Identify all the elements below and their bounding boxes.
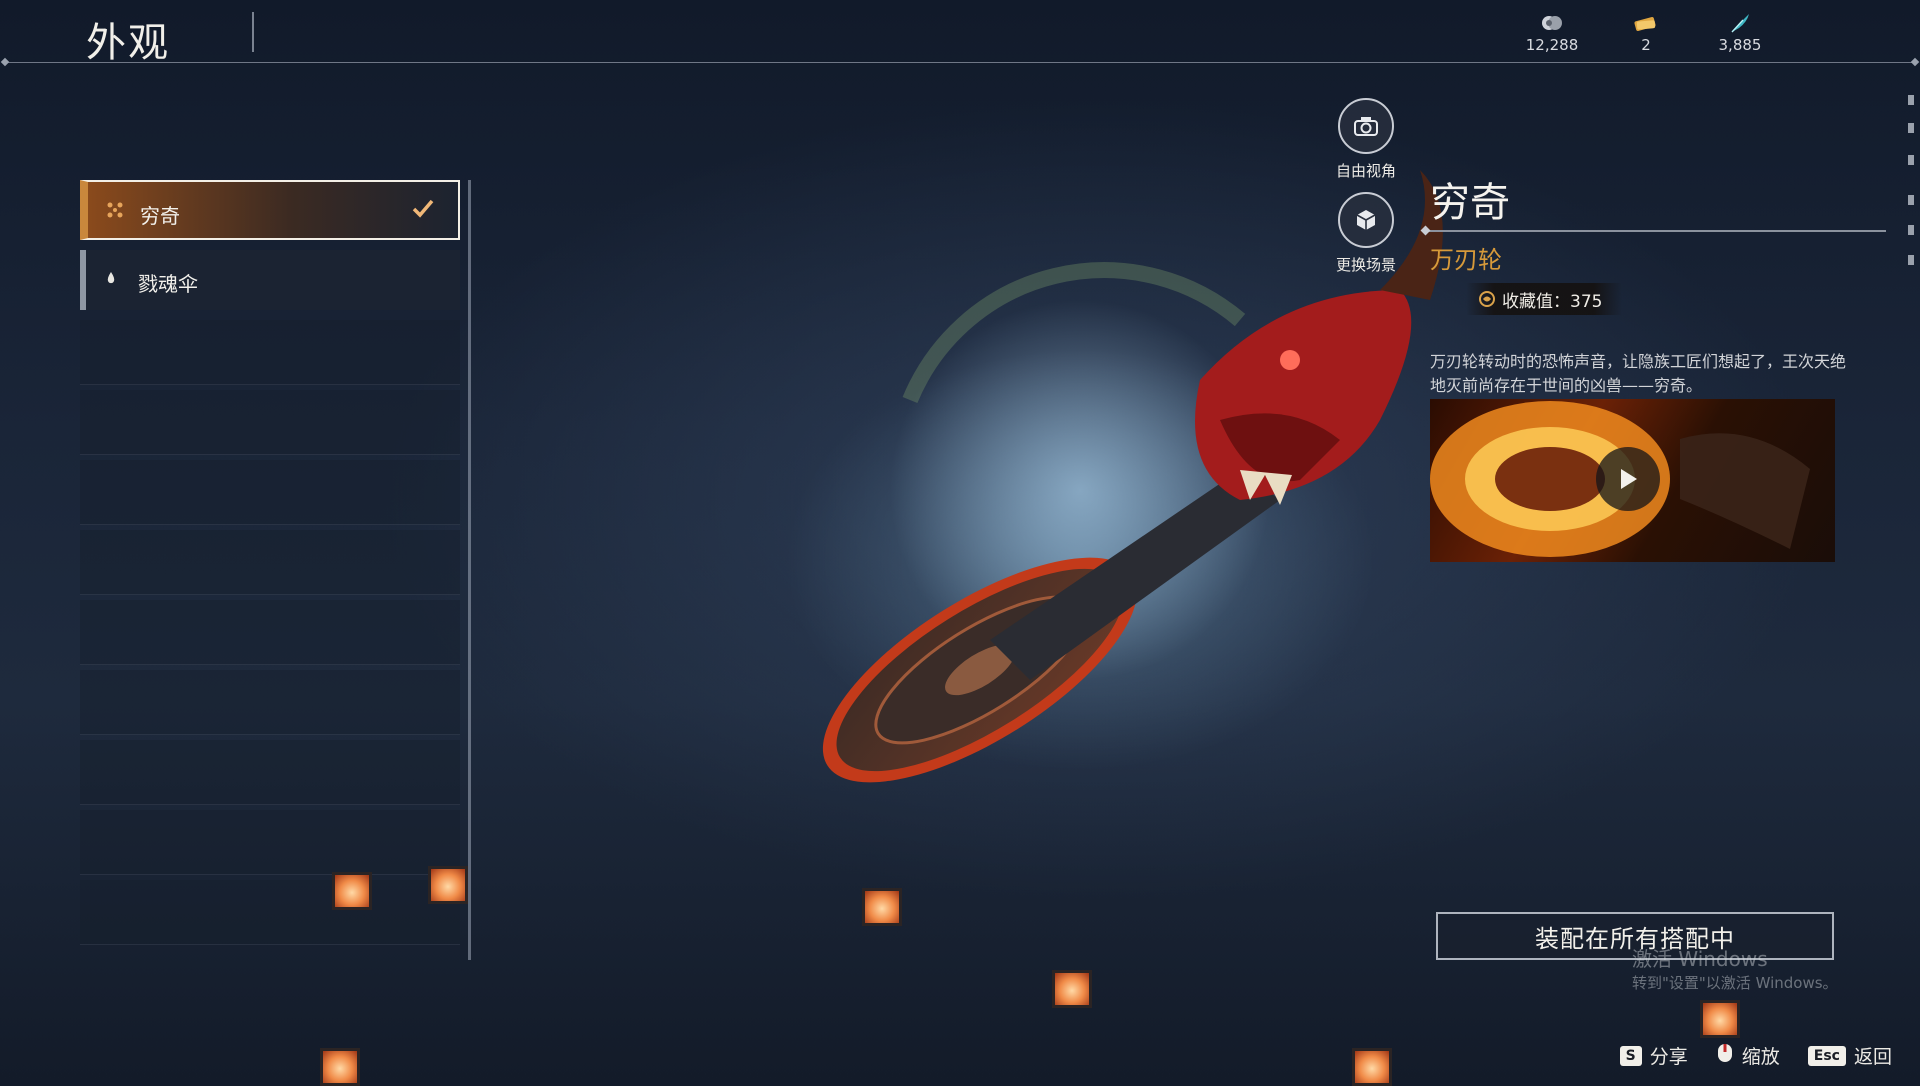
list-item-luhunsan[interactable]: 戮魂伞 — [80, 250, 460, 310]
header-line — [4, 62, 1916, 63]
play-button[interactable] — [1596, 447, 1660, 511]
empty-slot — [80, 460, 460, 525]
top-bar: 外观 12,288 2 3,885 — [0, 0, 1920, 67]
ticket-icon — [1633, 12, 1659, 34]
back-hint[interactable]: Esc 返回 — [1807, 1042, 1892, 1069]
currency-coins-value: 12,288 — [1525, 36, 1579, 54]
item-info-panel: 穷奇 万刃轮 收藏值：375 万刃轮转动时的恐怖声音，让隐族工匠们想起了，王次天… — [1420, 170, 1890, 562]
header-line-end-left — [0, 57, 10, 67]
appearance-list: 穷奇 戮魂伞 — [80, 180, 471, 960]
item-type: 万刃轮 — [1430, 246, 1502, 274]
lantern — [332, 872, 372, 910]
empty-slot — [80, 390, 460, 455]
empty-slot — [80, 320, 460, 385]
currency-tickets: 2 — [1616, 12, 1676, 54]
item-name: 穷奇 — [1430, 180, 1510, 226]
feather-icon — [1729, 12, 1751, 34]
currency-feathers: 3,885 — [1710, 12, 1770, 54]
currency-bar: 12,288 2 3,885 — [1522, 12, 1770, 54]
lantern — [862, 888, 902, 926]
mouse-icon — [1716, 1042, 1734, 1069]
item-name-underline — [1424, 230, 1886, 232]
lantern — [428, 866, 468, 904]
free-camera-button[interactable]: 自由视角 — [1316, 98, 1416, 181]
weapon-mark-icon — [106, 201, 124, 223]
key-hints: S 分享 缩放 Esc 返回 — [1619, 1042, 1892, 1069]
list-scrollbar[interactable] — [468, 180, 471, 960]
item-description: 万刃轮转动时的恐怖声音，让隐族工匠们想起了，王次天绝地灭前尚存在于世间的凶兽——… — [1430, 352, 1847, 395]
coin-icon — [1540, 12, 1564, 34]
collection-value-badge: 收藏值：375 — [1466, 283, 1623, 315]
title-divider — [252, 12, 254, 52]
currency-coins: 12,288 — [1522, 12, 1582, 54]
camera-icon — [1338, 98, 1394, 154]
empty-slot — [80, 670, 460, 735]
zoom-label: 缩放 — [1741, 1046, 1780, 1068]
list-item-label: 戮魂伞 — [138, 272, 198, 296]
collection-value-text: 收藏值：375 — [1502, 291, 1603, 312]
zoom-hint[interactable]: 缩放 — [1716, 1042, 1780, 1069]
drop-icon — [104, 269, 118, 291]
header-line-end-right — [1910, 57, 1920, 67]
list-item-qiongqi[interactable]: 穷奇 — [80, 180, 460, 240]
key-esc: Esc — [1807, 1045, 1846, 1066]
currency-feathers-value: 3,885 — [1718, 36, 1762, 54]
windows-activation-watermark: 激活 Windows — [1632, 947, 1768, 971]
seal-icon — [1478, 290, 1496, 313]
free-camera-label: 自由视角 — [1335, 162, 1396, 180]
share-label: 分享 — [1649, 1046, 1688, 1068]
empty-slot — [80, 740, 460, 805]
share-hint[interactable]: S 分享 — [1619, 1042, 1688, 1069]
list-item-label: 穷奇 — [140, 204, 180, 228]
windows-activation-hint: 转到"设置"以激活 Windows。 — [1632, 974, 1838, 992]
empty-slot — [80, 810, 460, 875]
change-scene-label: 更换场景 — [1335, 256, 1396, 274]
lantern — [1700, 1000, 1740, 1038]
page-scroll-indicator — [1908, 95, 1914, 285]
check-icon — [412, 198, 434, 222]
lantern — [1052, 970, 1092, 1008]
lantern — [320, 1048, 360, 1086]
lantern — [1352, 1048, 1392, 1086]
empty-slot — [80, 600, 460, 665]
key-s: S — [1619, 1045, 1642, 1066]
preview-video[interactable] — [1430, 399, 1835, 562]
currency-tickets-value: 2 — [1641, 36, 1651, 54]
scene-cube-icon — [1338, 192, 1394, 248]
change-scene-button[interactable]: 更换场景 — [1316, 192, 1416, 275]
page-title: 外观 — [86, 20, 170, 66]
empty-slot — [80, 880, 460, 945]
empty-slot — [80, 530, 460, 595]
back-label: 返回 — [1853, 1046, 1892, 1068]
play-icon — [1621, 469, 1637, 489]
